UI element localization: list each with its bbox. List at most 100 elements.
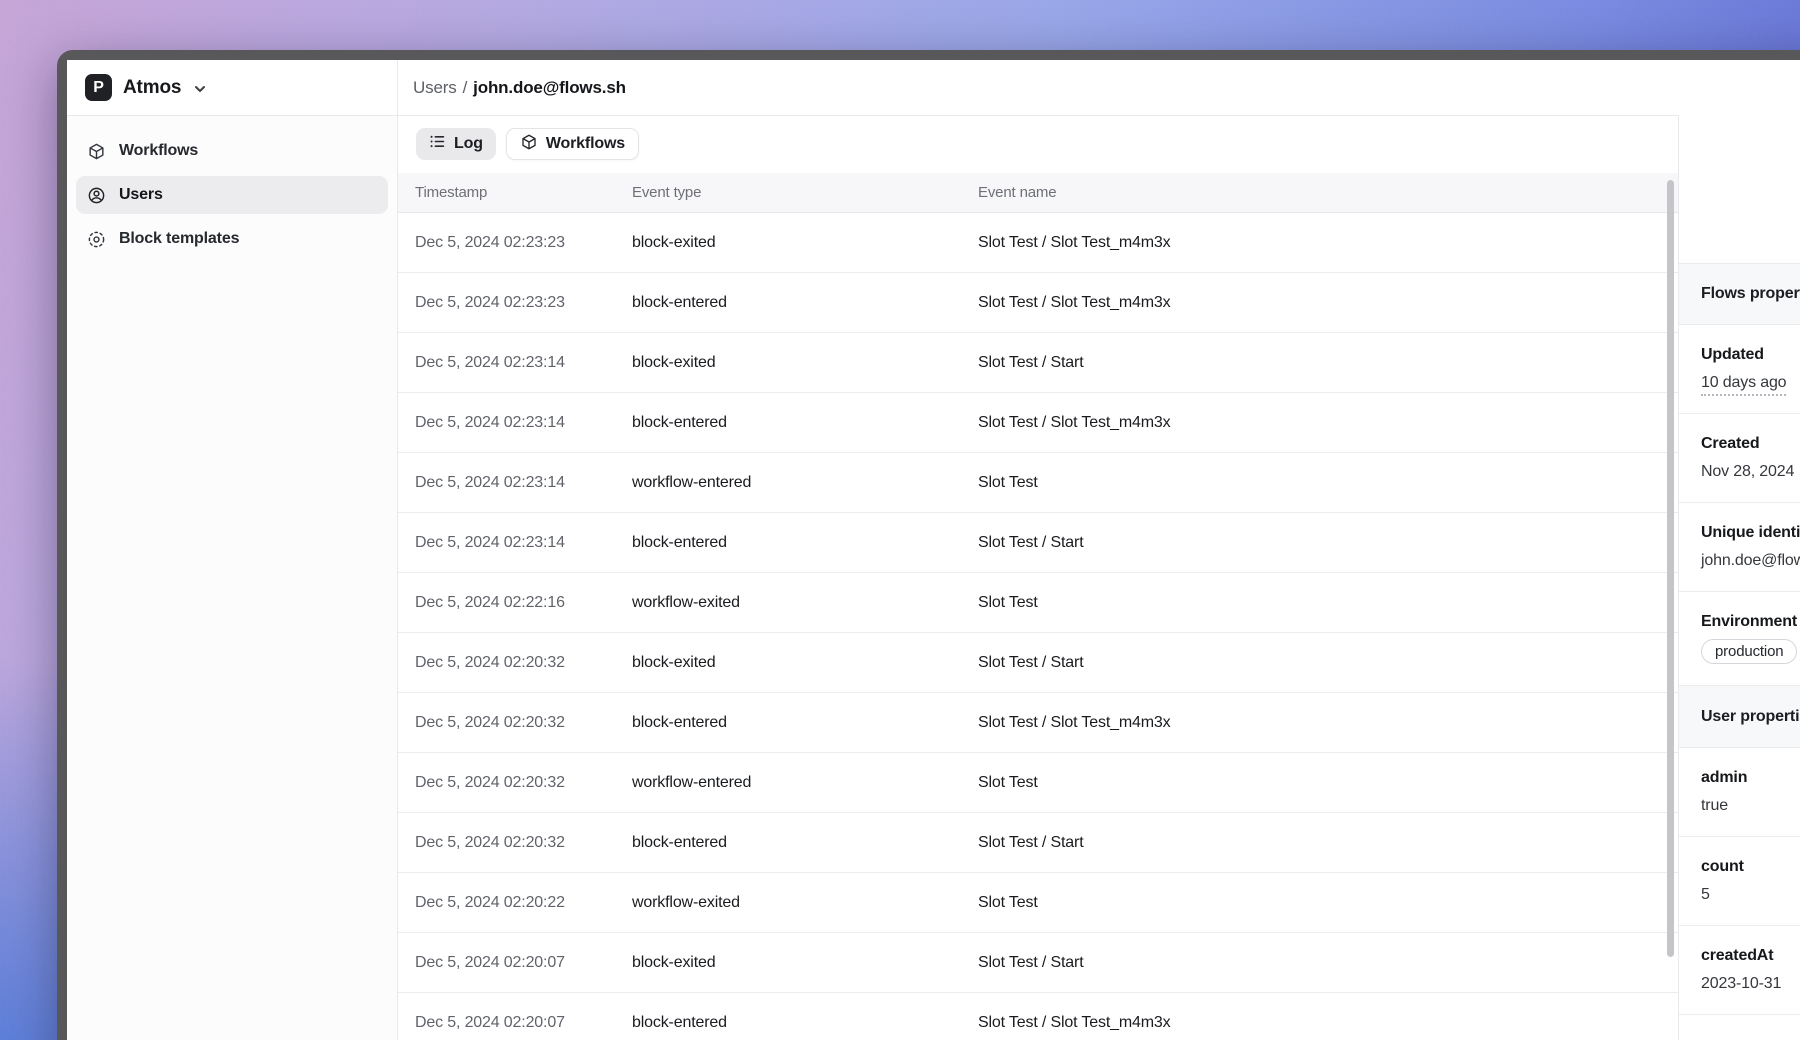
timestamp-cell: Dec 5, 2024 02:23:14 [415,534,632,552]
user-circle-icon [87,186,106,205]
sidebar-item-label: Workflows [119,142,198,160]
workspace-switcher[interactable]: P Atmos [67,60,397,116]
flows-properties-header: Flows properties [1679,263,1800,325]
tab-label: Log [454,135,483,153]
tab-log[interactable]: Log [416,128,496,160]
cube-icon [87,142,106,161]
sidebar-item-workflows[interactable]: Workflows [76,132,388,170]
event-name-cell: Slot Test / Start [978,834,1678,852]
timestamp-cell: Dec 5, 2024 02:23:23 [415,234,632,252]
event-type-cell: block-exited [632,234,978,252]
timestamp-cell: Dec 5, 2024 02:23:14 [415,414,632,432]
cube-icon [520,133,538,156]
timestamp-cell: Dec 5, 2024 02:20:32 [415,774,632,792]
table-row[interactable]: Dec 5, 2024 02:20:32 block-entered Slot … [398,813,1678,873]
event-name-cell: Slot Test / Slot Test_m4m3x [978,414,1678,432]
property-count: count 5 [1679,837,1800,926]
property-value: true [1701,796,1800,815]
tab-workflows[interactable]: Workflows [506,128,639,160]
table-row[interactable]: Dec 5, 2024 02:20:32 workflow-entered Sl… [398,753,1678,813]
property-updated: Updated 10 days ago [1679,325,1800,414]
property-value: 10 days ago [1701,373,1800,392]
column-header-event-name: Event name [978,184,1678,201]
property-label: createdAt [1701,946,1800,965]
chevron-down-icon [192,81,208,97]
list-icon [429,133,446,155]
table-scrollbar-thumb[interactable] [1667,180,1674,957]
event-type-cell: workflow-exited [632,594,978,612]
log-table-header: Timestamp Event type Event name [398,173,1678,213]
event-type-cell: block-entered [632,414,978,432]
sidebar-item-users[interactable]: Users [76,176,388,214]
breadcrumb-separator: / [463,78,468,98]
log-section: Log Workflows Timestamp [398,115,1678,1040]
timestamp-cell: Dec 5, 2024 02:20:32 [415,714,632,732]
column-header-event-type: Event type [632,184,978,201]
event-type-cell: workflow-entered [632,774,978,792]
property-value: production [1701,631,1800,664]
event-type-cell: workflow-entered [632,474,978,492]
event-name-cell: Slot Test / Slot Test_m4m3x [978,1014,1678,1032]
event-name-cell: Slot Test / Start [978,954,1678,972]
table-row[interactable]: Dec 5, 2024 02:23:14 block-entered Slot … [398,513,1678,573]
property-label: Environment [1701,612,1800,631]
property-label: admin [1701,768,1800,787]
workspace-name: Atmos [123,77,181,99]
table-row[interactable]: Dec 5, 2024 02:23:14 block-entered Slot … [398,393,1678,453]
screen: P Atmos Workflows [0,0,1800,1040]
event-name-cell: Slot Test / Start [978,354,1678,372]
panel-spacer [1679,115,1800,263]
table-row[interactable]: Dec 5, 2024 02:23:23 block-entered Slot … [398,273,1678,333]
app-window: P Atmos Workflows [57,50,1800,1040]
property-label: Unique identifier [1701,523,1800,542]
event-name-cell: Slot Test / Slot Test_m4m3x [978,294,1678,312]
event-type-cell: block-entered [632,714,978,732]
timestamp-cell: Dec 5, 2024 02:20:07 [415,954,632,972]
workspace-logo: P [85,74,112,101]
property-admin: admin true [1679,748,1800,837]
table-row[interactable]: Dec 5, 2024 02:20:22 workflow-exited Slo… [398,873,1678,933]
table-row[interactable]: Dec 5, 2024 02:23:14 block-exited Slot T… [398,333,1678,393]
sidebar-item-label: Block templates [119,230,239,248]
property-unique-identifier: Unique identifier john.doe@flows.sh [1679,503,1800,592]
property-value: Nov 28, 2024 [1701,462,1800,481]
timestamp-cell: Dec 5, 2024 02:20:32 [415,834,632,852]
table-row[interactable]: Dec 5, 2024 02:20:32 block-exited Slot T… [398,633,1678,693]
event-type-cell: block-exited [632,654,978,672]
section-title: Flows properties [1701,285,1800,303]
app-root: P Atmos Workflows [67,60,1800,1040]
event-name-cell: Slot Test / Slot Test_m4m3x [978,234,1678,252]
event-type-cell: block-entered [632,534,978,552]
event-type-cell: block-entered [632,294,978,312]
timestamp-cell: Dec 5, 2024 02:20:22 [415,894,632,912]
table-row[interactable]: Dec 5, 2024 02:20:07 block-entered Slot … [398,993,1678,1040]
event-type-cell: block-entered [632,834,978,852]
table-row[interactable]: Dec 5, 2024 02:20:07 block-exited Slot T… [398,933,1678,993]
event-type-cell: block-exited [632,954,978,972]
event-name-cell: Slot Test / Start [978,654,1678,672]
sidebar-item-block-templates[interactable]: Block templates [76,220,388,258]
property-environment: Environment production [1679,592,1800,686]
environment-badge: production [1701,639,1797,664]
event-name-cell: Slot Test [978,474,1678,492]
property-label: count [1701,857,1800,876]
event-name-cell: Slot Test / Slot Test_m4m3x [978,714,1678,732]
property-label: Updated [1701,345,1800,364]
property-value: john.doe@flows.sh [1701,551,1800,570]
breadcrumb-users-link[interactable]: Users [413,78,457,98]
sidebar-nav: Workflows Users Block templates [67,116,397,258]
table-row[interactable]: Dec 5, 2024 02:22:16 workflow-exited Slo… [398,573,1678,633]
table-row[interactable]: Dec 5, 2024 02:20:32 block-entered Slot … [398,693,1678,753]
table-row[interactable]: Dec 5, 2024 02:23:23 block-exited Slot T… [398,213,1678,273]
property-label: Created [1701,434,1800,453]
properties-panel: Flows properties Updated 10 days ago Cre… [1678,115,1800,1040]
event-type-cell: block-exited [632,354,978,372]
main-body: Log Workflows Timestamp [398,115,1800,1040]
property-value: 2023-10-31 [1701,974,1800,993]
breadcrumb: Users / john.doe@flows.sh [398,60,1800,116]
table-row[interactable]: Dec 5, 2024 02:23:14 workflow-entered Sl… [398,453,1678,513]
event-name-cell: Slot Test / Start [978,534,1678,552]
sidebar-item-label: Users [119,186,163,204]
tab-label: Workflows [546,135,625,153]
user-properties-header: User properties [1679,686,1800,748]
